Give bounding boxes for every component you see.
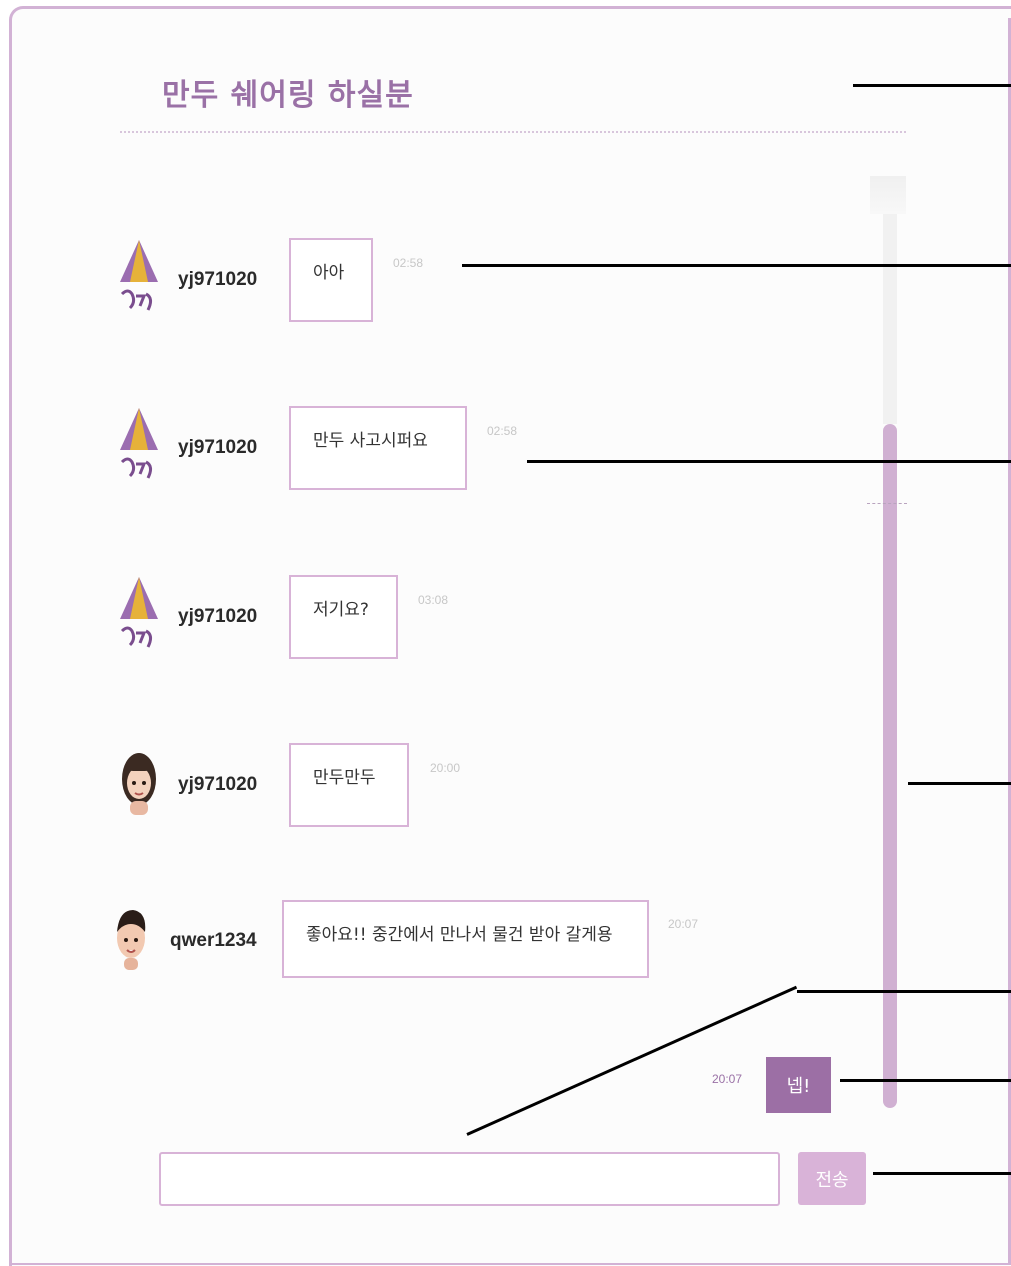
logo-avatar-icon xyxy=(120,408,158,479)
message-username[interactable]: yj971020 xyxy=(178,774,257,796)
message-bubble: 아아 xyxy=(289,238,373,322)
message-bubble: 좋아요!! 중간에서 만나서 물건 받아 갈게용 xyxy=(282,900,649,978)
callout-line xyxy=(462,264,1011,267)
logo-avatar-icon xyxy=(120,577,158,648)
divider xyxy=(867,503,907,504)
callout-line xyxy=(908,782,1011,785)
message-username[interactable]: qwer1234 xyxy=(170,930,257,952)
message-time: 02:58 xyxy=(393,256,424,270)
callout-line xyxy=(797,990,1011,993)
scrollbar-track[interactable] xyxy=(870,176,906,214)
message-time: 03:08 xyxy=(418,593,449,607)
scrollbar-thumb[interactable] xyxy=(883,424,897,1108)
message-time: 20:00 xyxy=(430,761,461,775)
girl-avatar-icon xyxy=(122,753,156,815)
my-message-time: 20:07 xyxy=(712,1072,743,1086)
message-time: 20:07 xyxy=(668,917,699,931)
callout-line xyxy=(873,1172,1011,1175)
message-username[interactable]: yj971020 xyxy=(178,269,257,291)
logo-avatar-icon xyxy=(120,240,158,311)
message-username[interactable]: yj971020 xyxy=(178,606,257,628)
callout-line xyxy=(527,460,1011,463)
message-input[interactable] xyxy=(159,1152,780,1206)
send-button[interactable]: 전송 xyxy=(798,1152,866,1205)
callout-line xyxy=(840,1079,1011,1082)
page-title: 만두 쉐어링 하실분 xyxy=(162,78,414,113)
message-bubble: 저기요? xyxy=(289,575,398,659)
message-time: 02:58 xyxy=(487,424,518,438)
message-bubble: 만두 사고시퍼요 xyxy=(289,406,467,490)
boy-avatar-icon xyxy=(117,910,146,970)
message-username[interactable]: yj971020 xyxy=(178,437,257,459)
my-message-bubble: 넵! xyxy=(766,1057,831,1113)
scrollbar-track[interactable] xyxy=(883,214,897,424)
title-divider xyxy=(120,131,906,133)
callout-line xyxy=(853,84,1011,87)
message-bubble: 만두만두 xyxy=(289,743,409,827)
